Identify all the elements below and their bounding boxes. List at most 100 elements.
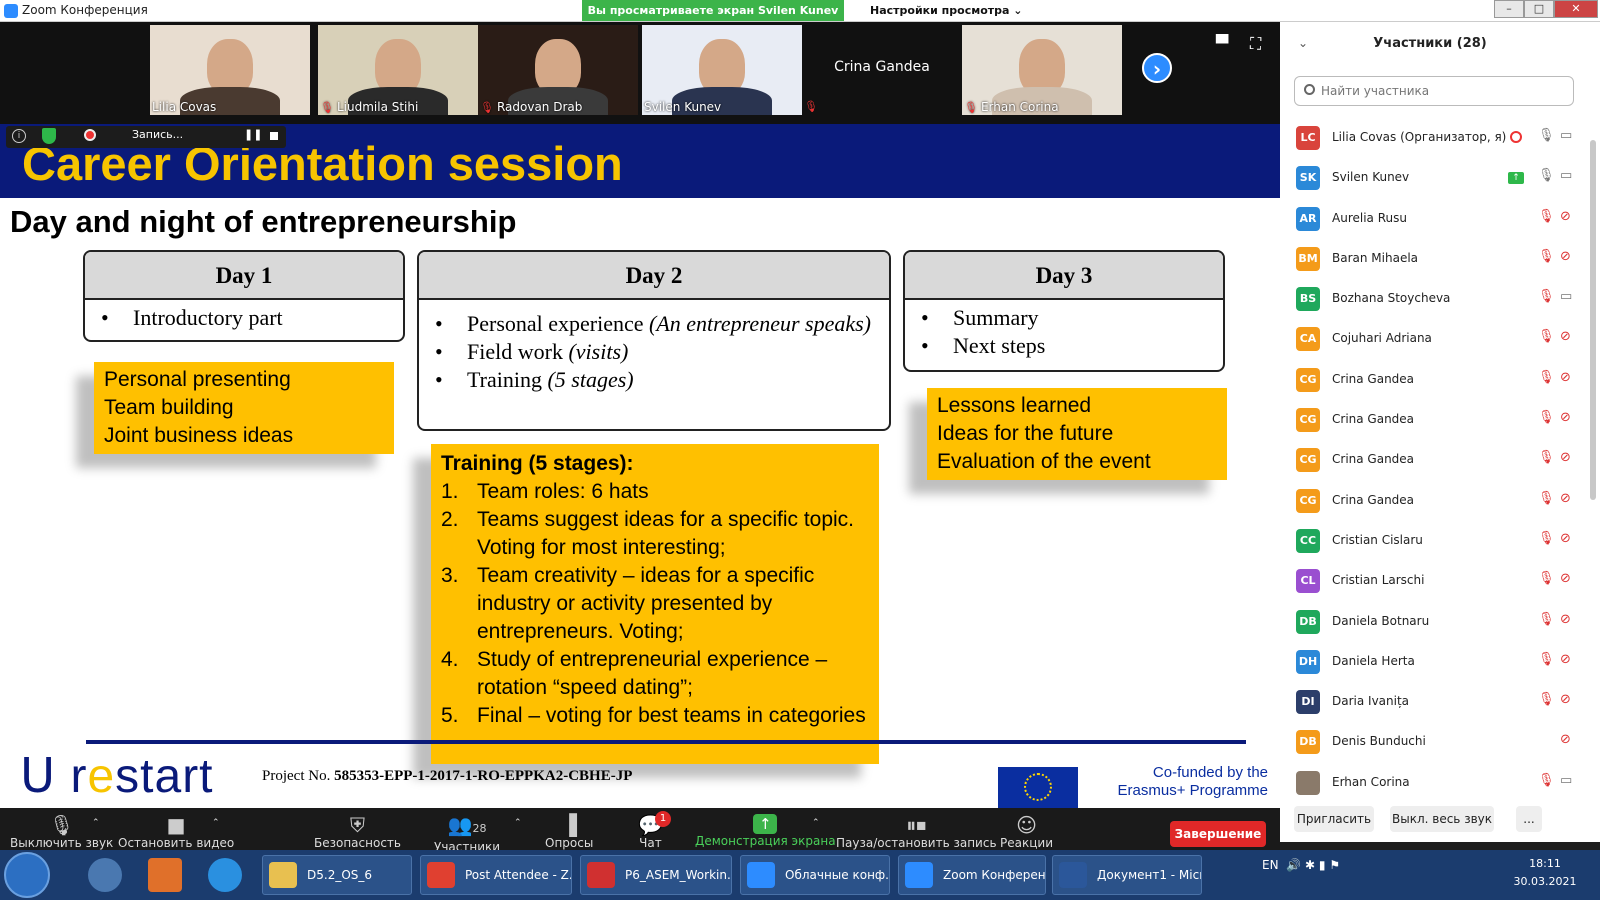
more-button[interactable]: ... — [1516, 806, 1542, 832]
shield-icon[interactable] — [42, 128, 56, 144]
video-off-icon[interactable]: ⊘ — [1560, 209, 1571, 224]
maximize-icon[interactable]: □ — [1524, 0, 1554, 18]
video-tile[interactable]: 🎙 Liudmila Stihi — [318, 25, 478, 115]
flag-icon[interactable]: ⚑ — [1329, 858, 1340, 872]
volume-icon[interactable]: 🔊 — [1286, 858, 1301, 872]
participants-options-icon[interactable]: ⌃ — [514, 818, 522, 828]
video-off-icon[interactable]: ⊘ — [1560, 410, 1571, 425]
video-options-icon[interactable]: ⌃ — [212, 818, 220, 828]
media-player-icon[interactable] — [148, 858, 182, 892]
taskbar-window-button[interactable]: P6_ASEM_Workin... — [580, 855, 732, 895]
muted-mic-icon[interactable]: 🎙 — [1538, 370, 1555, 385]
video-off-icon[interactable]: ⊘ — [1560, 249, 1571, 264]
participants-button[interactable]: 👥28 Участники — [434, 814, 500, 854]
polls-button[interactable]: ▐ Опросы — [545, 814, 593, 850]
participant-row[interactable]: CG Crina Gandea 🎙 ⊘ — [1280, 440, 1584, 480]
participant-row[interactable]: CL Cristian Larschi 🎙 ⊘ — [1280, 561, 1584, 601]
participant-row[interactable]: CG Crina Gandea 🎙 ⊘ — [1280, 360, 1584, 400]
microphone-icon[interactable]: 🎙 — [1538, 168, 1555, 183]
stop-record-icon[interactable] — [270, 132, 278, 140]
pause-recording-button[interactable]: ⏸⏹ Пауза/остановить запись — [836, 814, 997, 850]
muted-mic-icon[interactable]: 🎙 — [1538, 289, 1555, 304]
info-icon[interactable]: i — [12, 129, 26, 143]
end-meeting-button[interactable]: Завершение — [1170, 821, 1266, 847]
start-button-icon[interactable] — [4, 852, 50, 898]
video-off-icon[interactable]: ⊘ — [1560, 732, 1571, 747]
participant-row[interactable]: DH Daniela Herta 🎙 ⊘ — [1280, 642, 1584, 682]
view-settings-menu[interactable]: Настройки просмотра ⌄ — [870, 0, 1023, 21]
video-tile[interactable]: 🎙 Erhan Corina — [962, 25, 1122, 115]
muted-mic-icon[interactable]: 🎙 — [1538, 491, 1555, 506]
avatar: DH — [1296, 649, 1320, 674]
participants-scrollbar[interactable] — [1590, 140, 1596, 500]
mute-all-button[interactable]: Выкл. весь звук — [1390, 806, 1494, 832]
video-off-icon[interactable]: ⊘ — [1560, 612, 1571, 627]
next-page-icon[interactable]: › — [1142, 53, 1172, 83]
muted-mic-icon[interactable]: 🎙 — [1538, 612, 1555, 627]
minimize-icon[interactable]: – — [1494, 0, 1524, 18]
network-icon[interactable]: ▮ — [1319, 858, 1326, 872]
day1-list: Introductory part — [85, 300, 403, 332]
video-tile[interactable]: Svilen Kunev — [642, 25, 802, 115]
video-camera-icon[interactable]: ▭ — [1560, 773, 1572, 788]
share-options-icon[interactable]: ⌃ — [812, 818, 820, 828]
invite-button[interactable]: Пригласить — [1294, 806, 1374, 832]
muted-mic-icon[interactable]: 🎙 — [1538, 450, 1555, 465]
participant-row[interactable]: CG Crina Gandea 🎙 ⊘ — [1280, 400, 1584, 440]
video-off-icon[interactable]: ⊘ — [1560, 329, 1571, 344]
muted-mic-icon[interactable]: 🎙 — [1538, 531, 1555, 546]
video-tile[interactable]: Lilia Covas — [150, 25, 310, 115]
video-camera-icon[interactable]: ▭ — [1560, 168, 1572, 183]
video-off-icon[interactable]: ⊘ — [1560, 571, 1571, 586]
bluetooth-icon[interactable]: ✱ — [1305, 858, 1315, 872]
muted-mic-icon[interactable]: 🎙 — [1538, 329, 1555, 344]
video-camera-icon[interactable]: ▭ — [1560, 289, 1572, 304]
muted-mic-icon[interactable]: 🎙 — [1538, 773, 1555, 788]
participant-row[interactable]: CG Crina Gandea 🎙 ⊘ — [1280, 481, 1584, 521]
fullscreen-icon[interactable]: ⛶ — [1250, 34, 1261, 54]
participant-row[interactable]: LC Lilia Covas (Организатор, я) 🎙 ▭ — [1280, 118, 1584, 158]
participant-row[interactable]: AR Aurelia Rusu 🎙 ⊘ — [1280, 199, 1584, 239]
language-indicator[interactable]: EN — [1262, 858, 1279, 872]
video-off-icon[interactable]: ⊘ — [1560, 370, 1571, 385]
view-mode-icon[interactable]: ▀ — [1216, 34, 1228, 53]
clock[interactable]: 18:11 30.03.2021 — [1500, 855, 1590, 891]
participant-row[interactable]: CC Cristian Cislaru 🎙 ⊘ — [1280, 521, 1584, 561]
muted-mic-icon[interactable]: 🎙 — [1538, 410, 1555, 425]
participant-row[interactable]: SK Svilen Kunev ↑ 🎙 ▭ — [1280, 158, 1584, 198]
audio-options-icon[interactable]: ⌃ — [92, 818, 100, 828]
close-icon[interactable]: ✕ — [1554, 0, 1598, 18]
participant-row[interactable]: BS Bozhana Stoycheva 🎙 ▭ — [1280, 279, 1584, 319]
taskbar-window-button[interactable]: Облачные конф... — [740, 855, 890, 895]
video-tile[interactable]: Crina Gandea 🎙 — [802, 25, 962, 115]
muted-mic-icon[interactable]: 🎙 — [1538, 571, 1555, 586]
participant-row[interactable]: DB Denis Bunduchi ⊘ — [1280, 722, 1584, 762]
taskbar-window-button[interactable]: Документ1 - Micr... — [1052, 855, 1202, 895]
video-off-icon[interactable]: ⊘ — [1560, 692, 1571, 707]
pause-record-icon[interactable]: ❚❚ — [244, 128, 262, 141]
participant-row[interactable]: DB Daniela Botnaru 🎙 ⊘ — [1280, 602, 1584, 642]
taskbar-window-button[interactable]: Post Attendee - Z... — [420, 855, 572, 895]
muted-mic-icon[interactable]: 🎙 — [1538, 249, 1555, 264]
video-tile[interactable]: 🎙 Radovan Drab — [478, 25, 638, 115]
participant-row[interactable]: Erhan Corina 🎙 ▭ — [1280, 763, 1584, 803]
video-off-icon[interactable]: ⊘ — [1560, 652, 1571, 667]
reactions-button[interactable]: ☺ Реакции — [1000, 814, 1053, 850]
taskbar-window-button[interactable]: Zoom Конферен... — [898, 855, 1046, 895]
calculator-icon[interactable] — [88, 858, 122, 892]
muted-mic-icon[interactable]: 🎙 — [1538, 692, 1555, 707]
participant-row[interactable]: BM Baran Mihaela 🎙 ⊘ — [1280, 239, 1584, 279]
microphone-icon[interactable]: 🎙 — [1538, 128, 1555, 143]
participant-row[interactable]: CA Cojuhari Adriana 🎙 ⊘ — [1280, 319, 1584, 359]
video-off-icon[interactable]: ⊘ — [1560, 450, 1571, 465]
video-camera-icon[interactable]: ▭ — [1560, 128, 1572, 143]
muted-mic-icon[interactable]: 🎙 — [1538, 209, 1555, 224]
participant-search-input[interactable] — [1294, 76, 1574, 106]
security-button[interactable]: ⛨ Безопасность — [314, 814, 401, 850]
video-off-icon[interactable]: ⊘ — [1560, 531, 1571, 546]
muted-mic-icon[interactable]: 🎙 — [1538, 652, 1555, 667]
video-off-icon[interactable]: ⊘ — [1560, 491, 1571, 506]
taskbar-window-button[interactable]: D5.2_OS_6 — [262, 855, 412, 895]
participant-row[interactable]: DI Daria Ivanița 🎙 ⊘ — [1280, 682, 1584, 722]
internet-explorer-icon[interactable] — [208, 858, 242, 892]
